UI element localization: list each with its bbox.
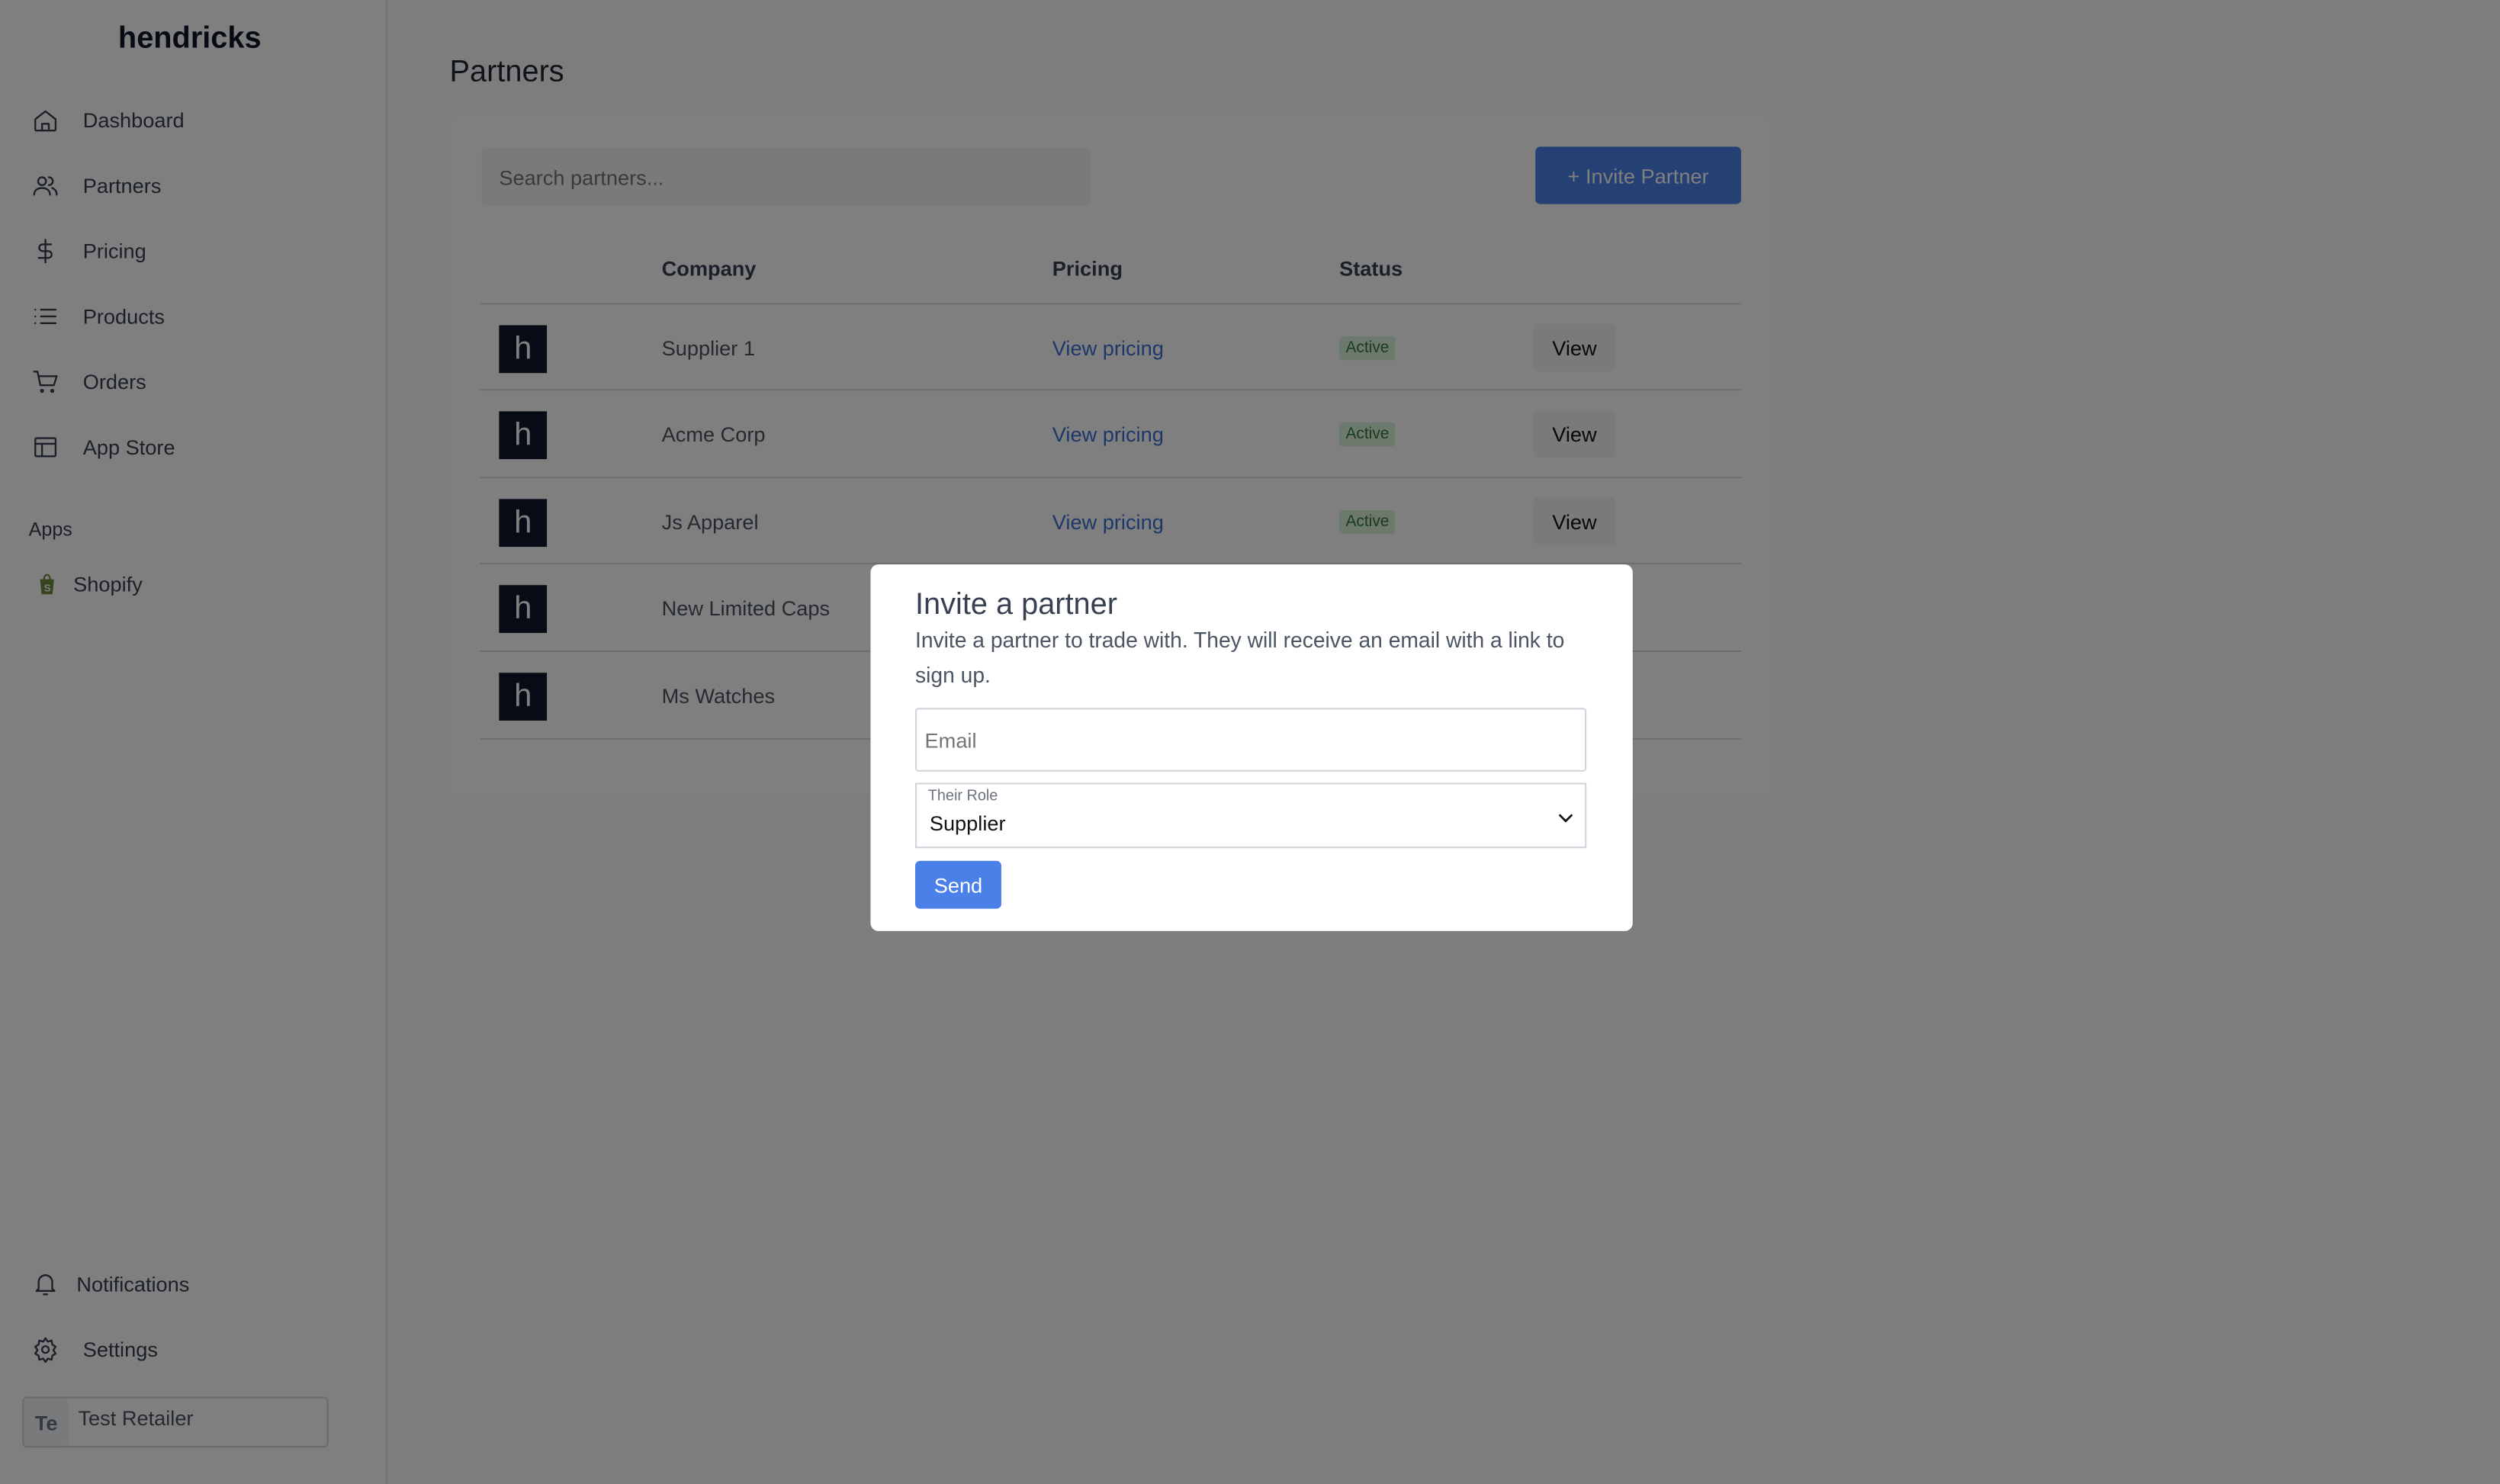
role-select[interactable]: Their Role Supplier xyxy=(915,782,1587,849)
modal-title: Invite a partner xyxy=(915,588,1117,622)
modal-description: Invite a partner to trade with. They wil… xyxy=(915,628,1565,688)
role-label: Their Role xyxy=(927,787,998,805)
send-button[interactable]: Send xyxy=(915,860,1001,909)
role-value: Supplier xyxy=(929,811,1006,836)
app: hendricks Dashboard Partners Pricing Pro… xyxy=(0,0,2500,1484)
chevron-down-icon xyxy=(1558,814,1573,823)
email-field[interactable] xyxy=(915,708,1587,772)
invite-partner-modal: Invite a partner Invite a partner to tra… xyxy=(870,564,1633,931)
